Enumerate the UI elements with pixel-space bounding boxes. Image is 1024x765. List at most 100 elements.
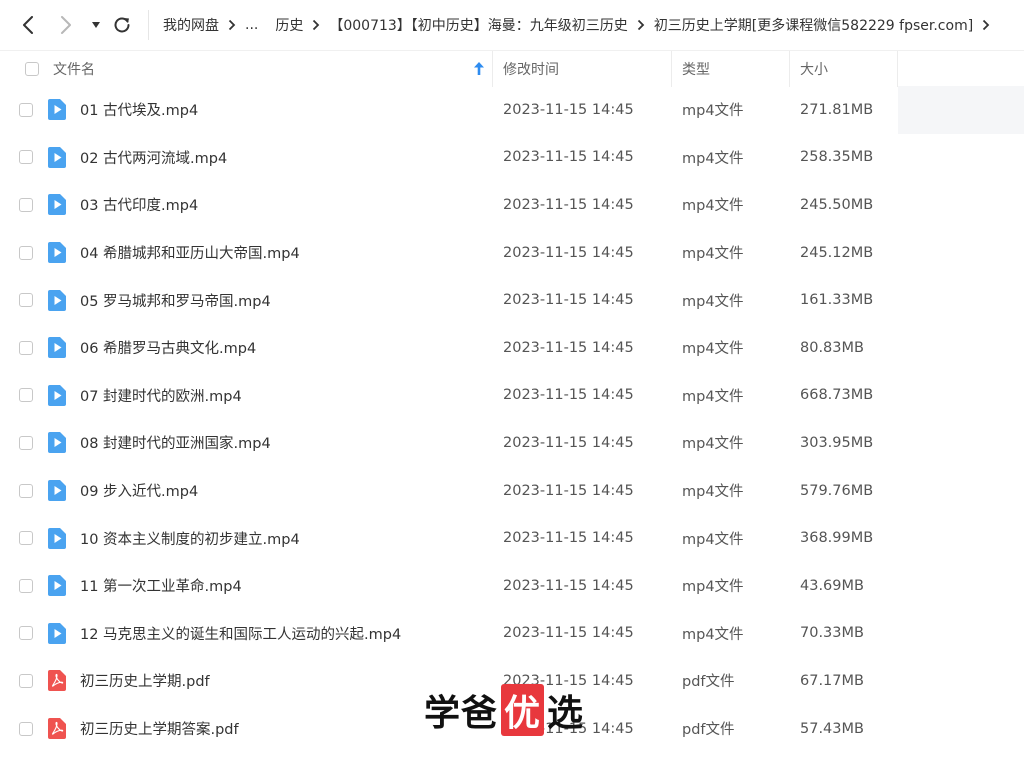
- column-header-spacer: [898, 51, 1024, 87]
- file-name[interactable]: 06 希腊罗马古典文化.mp4: [80, 337, 256, 358]
- file-row[interactable]: 07 封建时代的欧洲.mp4 2023-11-15 14:45 mp4文件 668.7…: [0, 372, 1024, 420]
- file-name[interactable]: 03 古代印度.mp4: [80, 194, 198, 215]
- row-checkbox[interactable]: [19, 531, 33, 546]
- column-header-name[interactable]: 文件名: [0, 51, 493, 87]
- file-name[interactable]: 04 希腊城邦和亚历山大帝国.mp4: [80, 242, 300, 263]
- breadcrumb-item-history[interactable]: 历史: [275, 15, 303, 35]
- file-name-cell[interactable]: 02 古代两河流域.mp4: [0, 134, 493, 182]
- column-header-modified-time[interactable]: 修改时间: [493, 51, 672, 87]
- breadcrumb-arrow-icon: [312, 19, 320, 31]
- breadcrumb-item-my-drive[interactable]: 我的网盘: [163, 15, 219, 35]
- breadcrumb-item-ellipsis[interactable]: ...: [245, 17, 258, 33]
- file-name-cell[interactable]: 10 资本主义制度的初步建立.mp4: [0, 514, 493, 562]
- file-name-cell[interactable]: 05 罗马城邦和罗马帝国.mp4: [0, 276, 493, 324]
- file-row[interactable]: 08 封建时代的亚洲国家.mp4 2023-11-15 14:45 mp4文件 303…: [0, 419, 1024, 467]
- file-name-cell[interactable]: 12 马克思主义的诞生和国际工人运动的兴起.mp4: [0, 610, 493, 658]
- video-file-icon: [47, 194, 67, 216]
- row-checkbox[interactable]: [19, 293, 33, 308]
- select-all-checkbox[interactable]: [25, 62, 39, 76]
- video-file-icon: [47, 99, 67, 121]
- breadcrumb-item-current-folder[interactable]: 初三历史上学期[更多课程微信582229 fpser.com]: [654, 15, 973, 35]
- file-row[interactable]: 10 资本主义制度的初步建立.mp4 2023-11-15 14:45 mp4文件 3…: [0, 514, 1024, 562]
- sort-ascending-icon[interactable]: [474, 62, 484, 79]
- file-name[interactable]: 12 马克思主义的诞生和国际工人运动的兴起.mp4: [80, 623, 401, 644]
- row-checkbox[interactable]: [19, 102, 33, 117]
- file-name[interactable]: 09 步入近代.mp4: [80, 480, 198, 501]
- forward-button[interactable]: [52, 11, 80, 39]
- row-checkbox[interactable]: [19, 626, 33, 641]
- row-spacer: [898, 86, 1024, 134]
- breadcrumb-arrow-icon: [228, 19, 236, 31]
- file-name-cell[interactable]: 04 希腊城邦和亚历山大帝国.mp4: [0, 229, 493, 277]
- file-type: mp4文件: [682, 484, 744, 501]
- history-dropdown-button[interactable]: [86, 11, 106, 39]
- row-spacer: [898, 610, 1024, 658]
- column-header-type[interactable]: 类型: [672, 51, 790, 87]
- file-name[interactable]: 初三历史上学期.pdf: [80, 670, 210, 691]
- file-row[interactable]: 04 希腊城邦和亚历山大帝国.mp4 2023-11-15 14:45 mp4文件 2…: [0, 229, 1024, 277]
- row-checkbox[interactable]: [19, 340, 33, 355]
- file-size: 43.69MB: [800, 577, 864, 594]
- file-row[interactable]: 05 罗马城邦和罗马帝国.mp4 2023-11-15 14:45 mp4文件 161…: [0, 276, 1024, 324]
- file-type: mp4文件: [682, 579, 744, 596]
- file-name-cell[interactable]: 09 步入近代.mp4: [0, 467, 493, 515]
- file-row[interactable]: 11 第一次工业革命.mp4 2023-11-15 14:45 mp4文件 43.69…: [0, 562, 1024, 610]
- file-size: 80.83MB: [800, 339, 864, 356]
- file-row[interactable]: 01 古代埃及.mp4 2023-11-15 14:45 mp4文件 271.81MB: [0, 86, 1024, 134]
- file-list: 01 古代埃及.mp4 2023-11-15 14:45 mp4文件 271.81MB…: [0, 86, 1024, 752]
- file-modified-time: 2023-11-15 14:45: [503, 672, 634, 689]
- file-row[interactable]: 初三历史上学期.pdf 2023-11-15 14:45 pdf文件 67.17MB: [0, 657, 1024, 705]
- column-header-size[interactable]: 大小: [790, 51, 898, 87]
- file-name[interactable]: 10 资本主义制度的初步建立.mp4: [80, 528, 300, 549]
- file-name[interactable]: 07 封建时代的欧洲.mp4: [80, 385, 242, 406]
- file-row[interactable]: 09 步入近代.mp4 2023-11-15 14:45 mp4文件 579.76MB: [0, 467, 1024, 515]
- row-checkbox[interactable]: [19, 150, 33, 165]
- row-checkbox[interactable]: [19, 578, 33, 593]
- row-checkbox[interactable]: [19, 435, 33, 450]
- row-checkbox[interactable]: [19, 388, 33, 403]
- file-name-cell[interactable]: 03 古代印度.mp4: [0, 181, 493, 229]
- row-checkbox[interactable]: [19, 673, 33, 688]
- breadcrumb: 我的网盘 ... 历史 【000713】【初中历史】海曼：九年级初三历史 初三历…: [163, 15, 999, 35]
- back-button[interactable]: [14, 11, 42, 39]
- file-name-cell[interactable]: 08 封建时代的亚洲国家.mp4: [0, 419, 493, 467]
- pdf-file-icon: [47, 670, 67, 692]
- file-name-cell[interactable]: 11 第一次工业革命.mp4: [0, 562, 493, 610]
- file-modified-time: 2023-11-15 14:45: [503, 387, 634, 404]
- row-spacer: [898, 181, 1024, 229]
- file-name[interactable]: 01 古代埃及.mp4: [80, 99, 198, 120]
- video-file-icon: [47, 432, 67, 454]
- row-checkbox[interactable]: [19, 483, 33, 498]
- refresh-button[interactable]: [108, 11, 136, 39]
- file-size: 258.35MB: [800, 149, 874, 166]
- file-name-cell[interactable]: 初三历史上学期答案.pdf: [0, 705, 493, 753]
- row-checkbox[interactable]: [19, 245, 33, 260]
- file-name[interactable]: 初三历史上学期答案.pdf: [80, 718, 239, 739]
- file-name-cell[interactable]: 初三历史上学期.pdf: [0, 657, 493, 705]
- file-row[interactable]: 02 古代两河流域.mp4 2023-11-15 14:45 mp4文件 258.35…: [0, 134, 1024, 182]
- file-modified-time: 2023-11-15 14:45: [503, 720, 634, 737]
- file-name-cell[interactable]: 07 封建时代的欧洲.mp4: [0, 372, 493, 420]
- file-type: pdf文件: [682, 722, 735, 739]
- row-spacer: [898, 467, 1024, 515]
- row-spacer: [898, 419, 1024, 467]
- row-checkbox[interactable]: [19, 197, 33, 212]
- file-type: mp4文件: [682, 388, 744, 405]
- file-row[interactable]: 06 希腊罗马古典文化.mp4 2023-11-15 14:45 mp4文件 80.8…: [0, 324, 1024, 372]
- row-checkbox[interactable]: [19, 721, 33, 736]
- file-name-cell[interactable]: 01 古代埃及.mp4: [0, 86, 493, 134]
- navigation-bar: 我的网盘 ... 历史 【000713】【初中历史】海曼：九年级初三历史 初三历…: [0, 0, 1024, 50]
- file-modified-time: 2023-11-15 14:45: [503, 339, 634, 356]
- file-name[interactable]: 08 封建时代的亚洲国家.mp4: [80, 432, 271, 453]
- breadcrumb-item-course[interactable]: 【000713】【初中历史】海曼：九年级初三历史: [329, 15, 627, 35]
- file-size: 579.76MB: [800, 482, 874, 499]
- file-row[interactable]: 12 马克思主义的诞生和国际工人运动的兴起.mp4 2023-11-15 14:4…: [0, 610, 1024, 658]
- file-name-cell[interactable]: 06 希腊罗马古典文化.mp4: [0, 324, 493, 372]
- chevron-left-icon: [23, 16, 33, 34]
- file-row[interactable]: 03 古代印度.mp4 2023-11-15 14:45 mp4文件 245.50MB: [0, 181, 1024, 229]
- file-size: 668.73MB: [800, 387, 874, 404]
- file-name[interactable]: 02 古代两河流域.mp4: [80, 147, 227, 168]
- file-row[interactable]: 初三历史上学期答案.pdf 2023-11-15 14:45 pdf文件 57.43M…: [0, 705, 1024, 753]
- file-name[interactable]: 11 第一次工业革命.mp4: [80, 575, 242, 596]
- file-name[interactable]: 05 罗马城邦和罗马帝国.mp4: [80, 290, 271, 311]
